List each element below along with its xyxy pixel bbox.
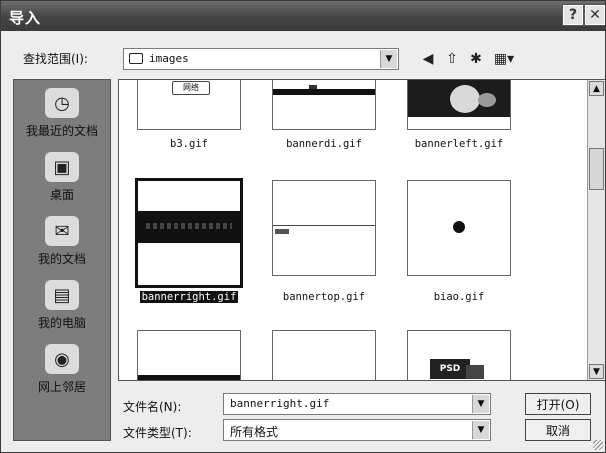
look-in-label: 查找范围(I): — [23, 52, 88, 66]
resize-grip-icon[interactable] — [593, 440, 603, 450]
place-label: 网上邻居 — [37, 380, 86, 394]
file-thumbnail-selected[interactable] — [135, 178, 243, 288]
file-thumbnail[interactable] — [272, 330, 376, 380]
filetype-label: 文件类型(T): — [123, 426, 192, 440]
chevron-down-icon[interactable]: ▼ — [472, 395, 489, 413]
place-label: 桌面 — [49, 188, 74, 202]
file-thumbnail[interactable]: PSD — [407, 330, 511, 380]
back-icon[interactable]: ◀ — [419, 50, 437, 68]
views-menu-icon[interactable]: ▦▾ — [491, 50, 517, 68]
network-icon: ◉ — [45, 344, 79, 374]
folder-icon — [129, 53, 143, 64]
chevron-down-icon[interactable]: ▼ — [472, 421, 489, 439]
place-label: 我的文档 — [37, 252, 86, 266]
window-title: 导入 — [9, 9, 42, 27]
place-label: 我最近的文档 — [25, 124, 98, 138]
place-my-documents[interactable]: ✉ 我的文档 — [14, 216, 110, 267]
title-bar: 导入 ? ✕ — [1, 1, 605, 31]
file-thumbnail[interactable] — [272, 80, 376, 130]
file-thumbnail[interactable] — [407, 80, 511, 130]
psd-file-icon: PSD — [430, 359, 470, 379]
file-thumbnail[interactable] — [272, 180, 376, 276]
filetype-value: 所有格式 — [230, 425, 279, 439]
scroll-down-icon[interactable]: ▼ — [589, 364, 604, 379]
up-folder-icon[interactable]: ⇧ — [443, 50, 461, 68]
file-list-scrollbar[interactable]: ▲ ▼ — [587, 80, 605, 380]
filename-label: 文件名(N): — [123, 400, 182, 414]
file-list[interactable]: 网络 b3.gif bannerdi.gif bannerleft.gif ba… — [118, 79, 605, 381]
place-desktop[interactable]: ▣ 桌面 — [14, 152, 110, 203]
open-button[interactable]: 打开(O) — [525, 393, 591, 415]
close-button[interactable]: ✕ — [585, 5, 605, 25]
chevron-down-icon[interactable]: ▼ — [380, 50, 397, 68]
file-thumbnail[interactable]: 网络 — [137, 80, 241, 130]
filename-value: bannerright.gif — [230, 397, 330, 410]
look-in-dropdown[interactable]: images ▼ — [123, 48, 399, 70]
help-button[interactable]: ? — [563, 5, 583, 25]
file-name[interactable]: bannerleft.gif — [394, 138, 524, 150]
help-icon: ? — [568, 7, 578, 23]
cancel-button[interactable]: 取消 — [525, 419, 591, 441]
place-my-computer[interactable]: ▤ 我的电脑 — [14, 280, 110, 331]
place-recent-documents[interactable]: ◷ 我最近的文档 — [14, 88, 110, 139]
close-icon: ✕ — [589, 7, 601, 23]
filename-input[interactable]: bannerright.gif ▼ — [223, 393, 491, 415]
scrollbar-thumb[interactable] — [589, 148, 604, 190]
place-label: 我的电脑 — [37, 316, 86, 330]
place-network[interactable]: ◉ 网上邻居 — [14, 344, 110, 395]
file-thumbnail[interactable] — [407, 180, 511, 276]
scroll-up-icon[interactable]: ▲ — [589, 81, 604, 96]
recent-documents-icon: ◷ — [45, 88, 79, 118]
places-bar: ◷ 我最近的文档 ▣ 桌面 ✉ 我的文档 ▤ 我的电脑 ◉ 网上邻居 — [13, 79, 111, 441]
desktop-icon: ▣ — [45, 152, 79, 182]
file-name[interactable]: bannerdi.gif — [259, 138, 389, 150]
my-documents-icon: ✉ — [45, 216, 79, 246]
file-name[interactable]: biao.gif — [394, 291, 524, 303]
thumb-logo: 网络 — [172, 81, 210, 95]
file-name-selected[interactable]: bannerright.gif — [124, 291, 254, 303]
file-name[interactable]: bannertop.gif — [259, 291, 389, 303]
file-name[interactable]: b3.gif — [124, 138, 254, 150]
new-folder-icon[interactable]: ✱ — [467, 50, 485, 68]
file-thumbnail[interactable] — [137, 330, 241, 380]
filetype-dropdown[interactable]: 所有格式 ▼ — [223, 419, 491, 441]
my-computer-icon: ▤ — [45, 280, 79, 310]
import-dialog: 导入 ? ✕ 查找范围(I): images ▼ ◀ ⇧ ✱ ▦▾ ◷ 我最近的… — [0, 0, 606, 453]
look-in-row: 查找范围(I): images ▼ ◀ ⇧ ✱ ▦▾ — [1, 46, 605, 74]
look-in-value: images — [149, 52, 189, 65]
